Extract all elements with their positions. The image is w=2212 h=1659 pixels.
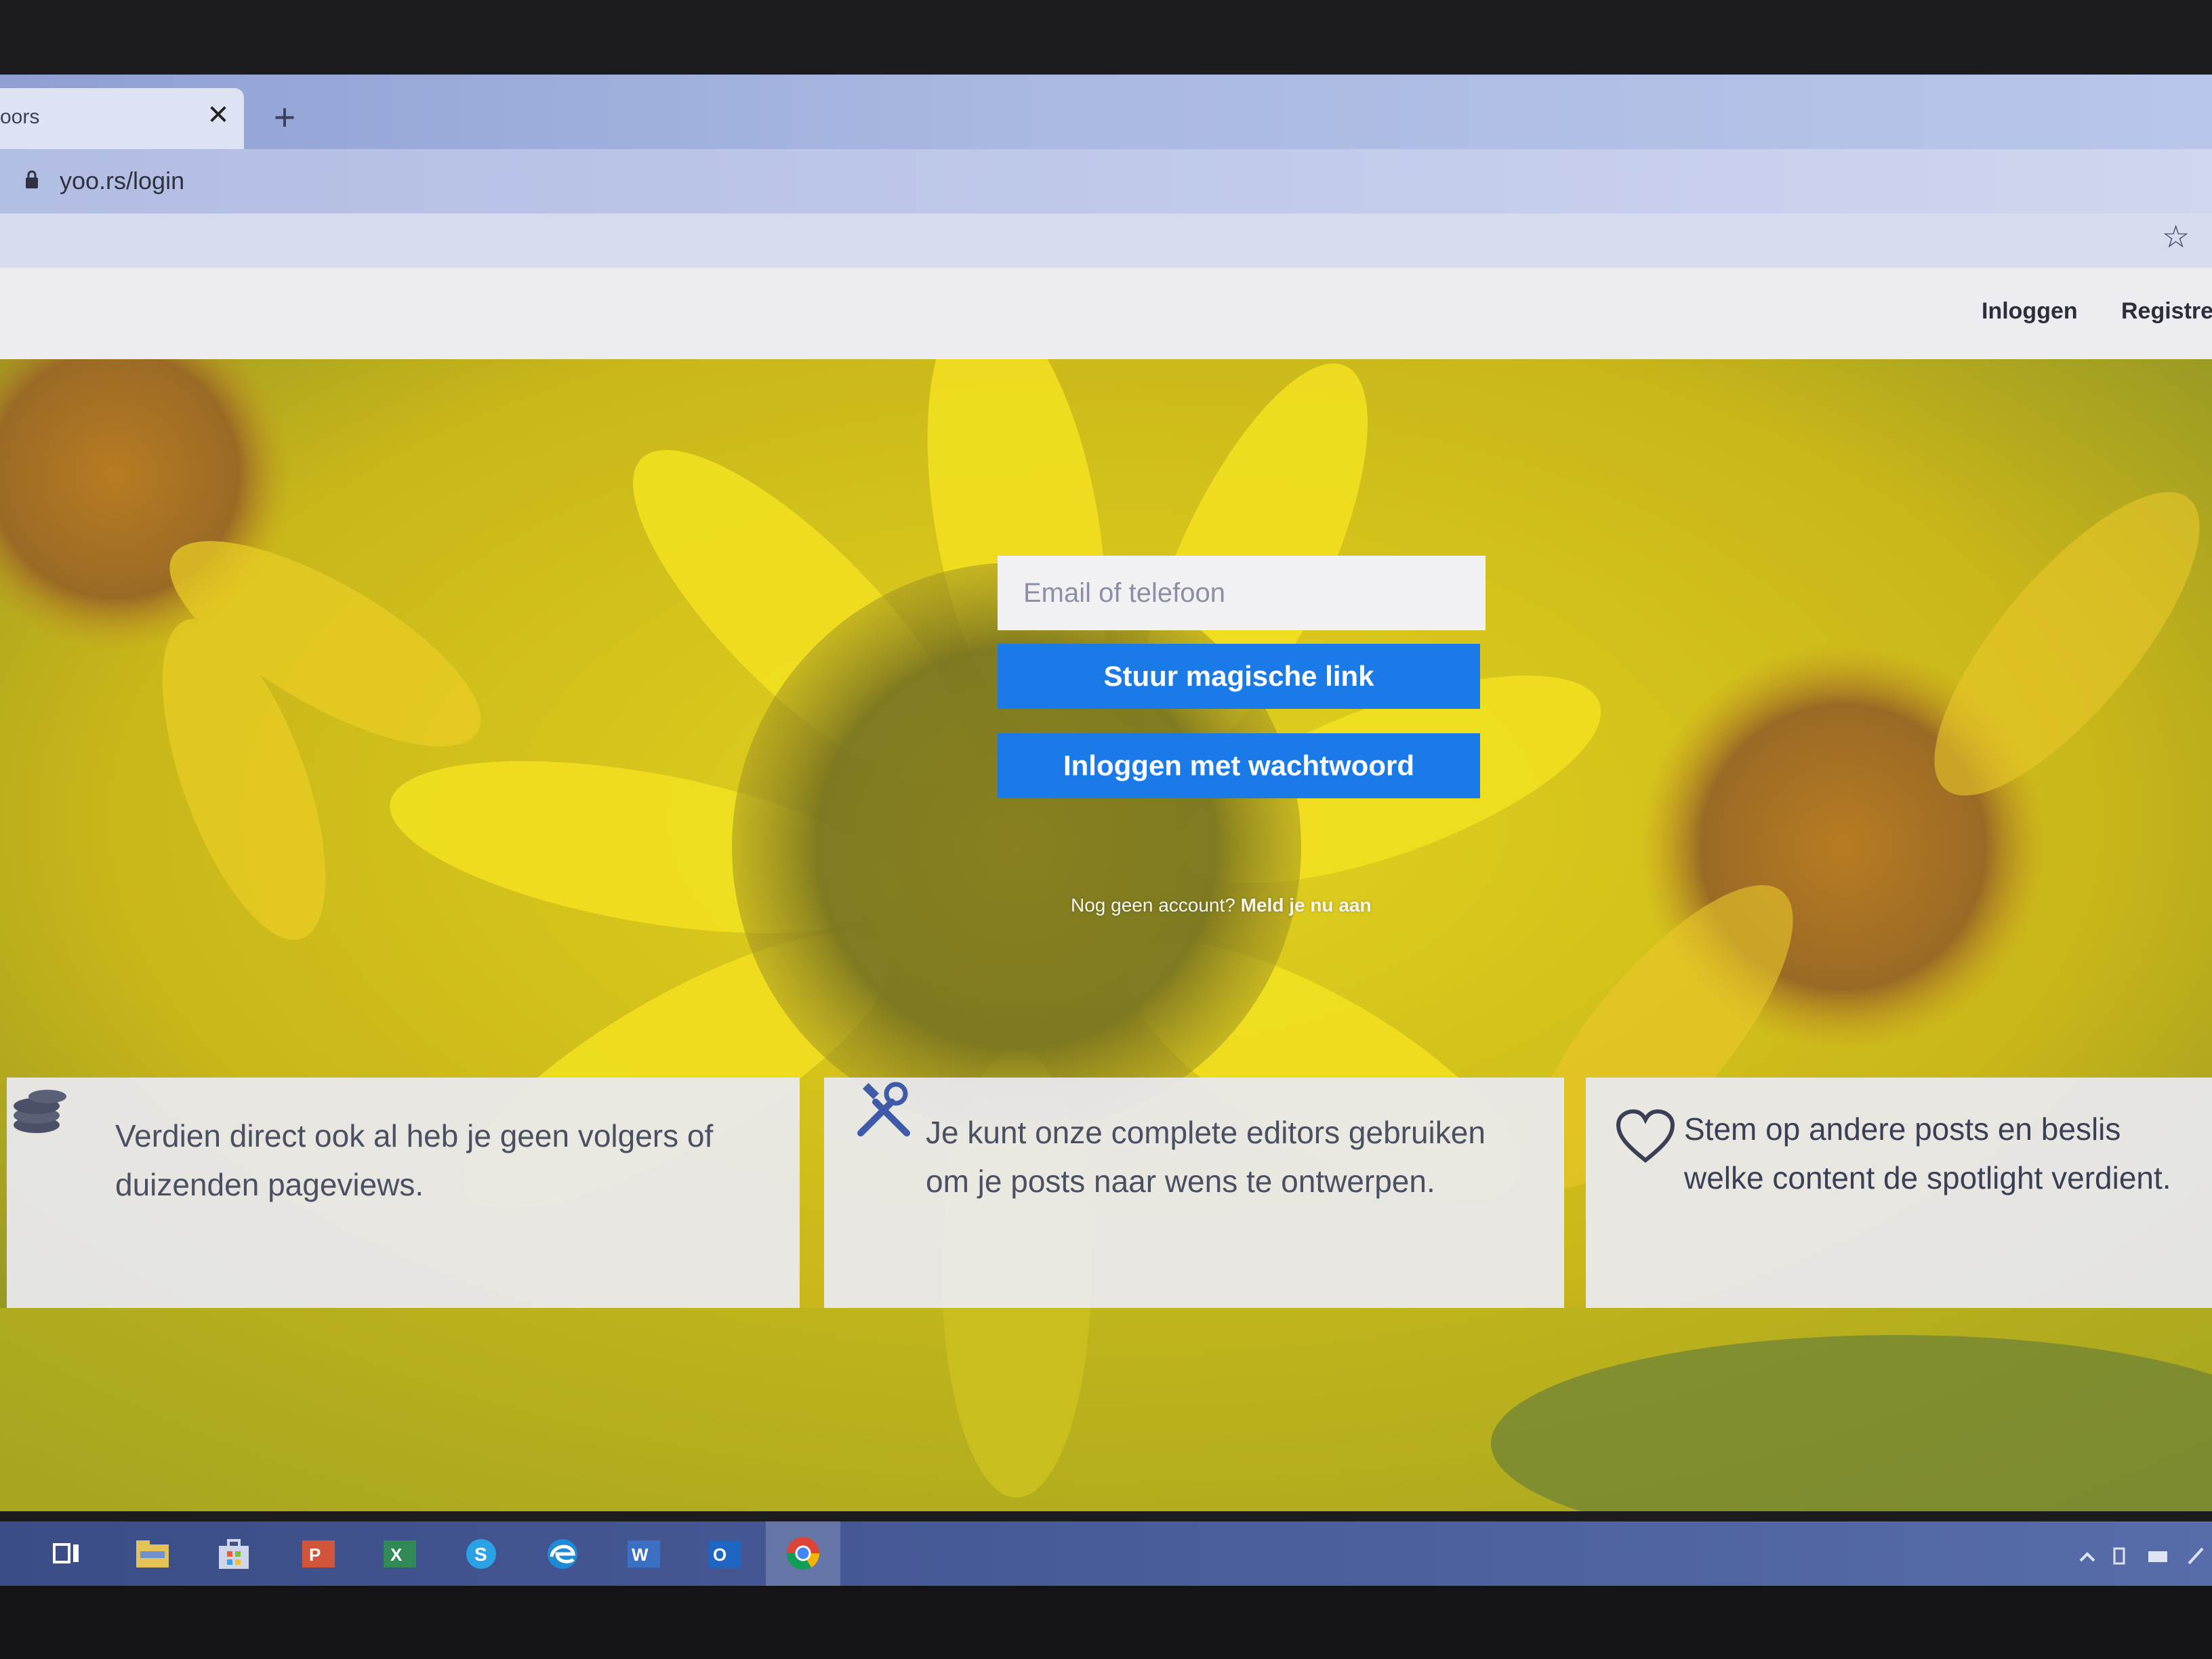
- store-icon[interactable]: [213, 1534, 254, 1574]
- site-header: Inloggen Registrer: [0, 268, 2212, 359]
- feature-cards: Verdien direct ook al heb je geen volger…: [0, 1078, 2212, 1322]
- close-tab-icon[interactable]: ✕: [203, 100, 233, 130]
- feature-card-earn: Verdien direct ook al heb je geen volger…: [7, 1078, 800, 1308]
- word-icon[interactable]: W: [623, 1534, 664, 1574]
- nav-login-link[interactable]: Inloggen: [1982, 298, 2078, 325]
- monitor-bezel: [0, 1586, 2212, 1659]
- feature-text-earn: Verdien direct ook al heb je geen volger…: [115, 1118, 714, 1202]
- system-tray[interactable]: [2074, 1542, 2209, 1569]
- excel-icon[interactable]: X: [380, 1534, 420, 1574]
- svg-text:W: W: [632, 1544, 649, 1565]
- nav-register-link[interactable]: Registrer: [2121, 298, 2212, 325]
- windows-taskbar: P X S W O: [0, 1521, 2212, 1586]
- svg-text:X: X: [390, 1544, 403, 1565]
- tab-title: oors: [0, 106, 40, 128]
- bookmark-bar: ☆: [0, 213, 2212, 268]
- address-bar[interactable]: yoo.rs/login: [0, 155, 2212, 207]
- bookmark-star-icon[interactable]: ☆: [2162, 220, 2194, 253]
- powerpoint-icon[interactable]: P: [298, 1534, 339, 1574]
- edge-icon[interactable]: [542, 1534, 583, 1574]
- coins-icon: [14, 1090, 66, 1133]
- login-with-password-button[interactable]: Inloggen met wachtwoord: [998, 733, 1480, 798]
- task-view-icon[interactable]: [47, 1534, 88, 1574]
- send-magic-link-button[interactable]: Stuur magische link: [998, 644, 1480, 709]
- chrome-taskbar-button[interactable]: [766, 1521, 840, 1586]
- svg-text:P: P: [309, 1544, 321, 1565]
- new-tab-button[interactable]: +: [268, 98, 302, 136]
- chrome-icon: [786, 1537, 820, 1570]
- signup-link[interactable]: Meld je nu aan: [1241, 895, 1372, 916]
- feature-text-editors: Je kunt onze complete editors gebruiken …: [926, 1115, 1486, 1199]
- browser-tab[interactable]: oors ✕: [0, 88, 244, 149]
- hero-section: Stuur magische link Inloggen met wachtwo…: [0, 359, 2212, 1511]
- svg-text:S: S: [474, 1544, 487, 1565]
- outlook-icon[interactable]: O: [705, 1534, 745, 1574]
- feature-card-vote: Stem op andere posts en beslis welke con…: [1586, 1078, 2212, 1308]
- feature-text-vote: Stem op andere posts en beslis welke con…: [1684, 1111, 2171, 1195]
- screen: oors ✕ + yoo.rs/login ☆ Inloggen Registr…: [0, 0, 2212, 1659]
- file-explorer-icon[interactable]: [132, 1534, 173, 1574]
- heart-icon: [1616, 1109, 1675, 1163]
- skype-icon[interactable]: S: [461, 1534, 501, 1574]
- email-or-phone-input[interactable]: [998, 556, 1486, 630]
- signup-prompt-text: Nog geen account?: [1071, 895, 1235, 916]
- url-text: yoo.rs/login: [60, 167, 185, 194]
- svg-text:O: O: [713, 1544, 726, 1565]
- feature-card-editors: Je kunt onze complete editors gebruiken …: [824, 1078, 1564, 1308]
- sunflower-background-image: [0, 359, 2212, 1511]
- browser-tab-strip: oors ✕ +: [0, 75, 2212, 149]
- tools-icon: [857, 1082, 910, 1136]
- browser-toolbar: yoo.rs/login: [0, 149, 2212, 213]
- lock-icon: [26, 170, 38, 188]
- signup-prompt: Nog geen account? Meld je nu aan: [1071, 895, 1372, 916]
